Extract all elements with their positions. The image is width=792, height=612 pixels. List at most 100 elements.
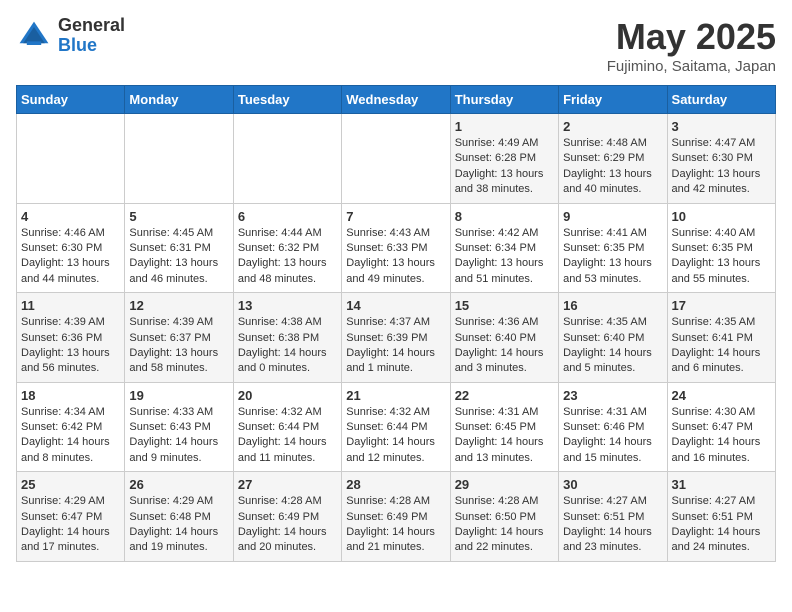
calendar-cell: 18Sunrise: 4:34 AM Sunset: 6:42 PM Dayli… xyxy=(17,382,125,472)
calendar-cell: 14Sunrise: 4:37 AM Sunset: 6:39 PM Dayli… xyxy=(342,293,450,383)
day-info: Sunrise: 4:41 AM Sunset: 6:35 PM Dayligh… xyxy=(563,226,662,288)
day-info: Sunrise: 4:29 AM Sunset: 6:47 PM Dayligh… xyxy=(21,494,120,556)
calendar-cell: 25 Sunrise: 4:29 AM Sunset: 6:47 PM Dayli… xyxy=(17,472,125,562)
day-info: Sunrise: 4:43 AM Sunset: 6:33 PM Dayligh… xyxy=(346,226,445,288)
day-info: Sunrise: 4:36 AM Sunset: 6:40 PM Dayligh… xyxy=(455,315,554,377)
day-number: 24 xyxy=(672,388,771,403)
calendar-cell: 5 Sunrise: 4:45 AM Sunset: 6:31 PM Daylig… xyxy=(125,203,233,293)
header-cell-sunday: Sunday xyxy=(17,86,125,114)
calendar-cell: 21 Sunrise: 4:32 AM Sunset: 6:44 PM Dayli… xyxy=(342,382,450,472)
calendar-week-1: 1 Sunrise: 4:49 AM Sunset: 6:28 PM Daylig… xyxy=(17,114,776,204)
calendar-week-2: 4Sunrise: 4:46 AM Sunset: 6:30 PM Daylig… xyxy=(17,203,776,293)
header-row: SundayMondayTuesdayWednesdayThursdayFrid… xyxy=(17,86,776,114)
day-number: 1 xyxy=(455,119,554,134)
logo: General Blue xyxy=(16,16,125,56)
day-info: Sunrise: 4:31 AM Sunset: 6:46 PM Dayligh… xyxy=(563,405,662,467)
day-info: Sunrise: 4:32 AM Sunset: 6:44 PM Dayligh… xyxy=(346,405,445,467)
day-number: 27 xyxy=(238,477,337,492)
calendar-cell: 11Sunrise: 4:39 AM Sunset: 6:36 PM Dayli… xyxy=(17,293,125,383)
calendar-cell xyxy=(342,114,450,204)
day-info: Sunrise: 4:48 AM Sunset: 6:29 PM Dayligh… xyxy=(563,136,662,198)
calendar-cell: 10 Sunrise: 4:40 AM Sunset: 6:35 PM Dayli… xyxy=(667,203,775,293)
day-info: Sunrise: 4:29 AM Sunset: 6:48 PM Dayligh… xyxy=(129,494,228,556)
header-cell-saturday: Saturday xyxy=(667,86,775,114)
header-cell-friday: Friday xyxy=(559,86,667,114)
header-cell-tuesday: Tuesday xyxy=(233,86,341,114)
calendar-table: SundayMondayTuesdayWednesdayThursdayFrid… xyxy=(16,85,776,562)
day-info: Sunrise: 4:28 AM Sunset: 6:49 PM Dayligh… xyxy=(238,494,337,556)
day-number: 31 xyxy=(672,477,771,492)
day-number: 17 xyxy=(672,298,771,313)
day-info: Sunrise: 4:33 AM Sunset: 6:43 PM Dayligh… xyxy=(129,405,228,467)
calendar-cell: 16 Sunrise: 4:35 AM Sunset: 6:40 PM Dayli… xyxy=(559,293,667,383)
day-info: Sunrise: 4:31 AM Sunset: 6:45 PM Dayligh… xyxy=(455,405,554,467)
day-info: Sunrise: 4:49 AM Sunset: 6:28 PM Dayligh… xyxy=(455,136,554,198)
day-info: Sunrise: 4:42 AM Sunset: 6:34 PM Dayligh… xyxy=(455,226,554,288)
day-info: Sunrise: 4:27 AM Sunset: 6:51 PM Dayligh… xyxy=(672,494,771,556)
title-area: May 2025 Fujimino, Saitama, Japan xyxy=(607,16,776,75)
calendar-cell: 3Sunrise: 4:47 AM Sunset: 6:30 PM Daylig… xyxy=(667,114,775,204)
calendar-week-3: 11Sunrise: 4:39 AM Sunset: 6:36 PM Dayli… xyxy=(17,293,776,383)
day-number: 13 xyxy=(238,298,337,313)
header-cell-wednesday: Wednesday xyxy=(342,86,450,114)
day-number: 23 xyxy=(563,388,662,403)
day-number: 7 xyxy=(346,209,445,224)
day-number: 16 xyxy=(563,298,662,313)
calendar-cell: 9Sunrise: 4:41 AM Sunset: 6:35 PM Daylig… xyxy=(559,203,667,293)
logo-general-text: General xyxy=(58,16,125,36)
day-info: Sunrise: 4:44 AM Sunset: 6:32 PM Dayligh… xyxy=(238,226,337,288)
calendar-week-5: 25 Sunrise: 4:29 AM Sunset: 6:47 PM Dayli… xyxy=(17,472,776,562)
day-number: 14 xyxy=(346,298,445,313)
day-number: 28 xyxy=(346,477,445,492)
calendar-cell: 20 Sunrise: 4:32 AM Sunset: 6:44 PM Dayli… xyxy=(233,382,341,472)
calendar-cell: 4Sunrise: 4:46 AM Sunset: 6:30 PM Daylig… xyxy=(17,203,125,293)
day-info: Sunrise: 4:28 AM Sunset: 6:49 PM Dayligh… xyxy=(346,494,445,556)
day-number: 2 xyxy=(563,119,662,134)
day-info: Sunrise: 4:34 AM Sunset: 6:42 PM Dayligh… xyxy=(21,405,120,467)
logo-text: General Blue xyxy=(58,16,125,56)
day-number: 22 xyxy=(455,388,554,403)
calendar-body: 1 Sunrise: 4:49 AM Sunset: 6:28 PM Daylig… xyxy=(17,114,776,562)
day-info: Sunrise: 4:32 AM Sunset: 6:44 PM Dayligh… xyxy=(238,405,337,467)
calendar-cell: 17Sunrise: 4:35 AM Sunset: 6:41 PM Dayli… xyxy=(667,293,775,383)
calendar-cell: 2 Sunrise: 4:48 AM Sunset: 6:29 PM Daylig… xyxy=(559,114,667,204)
logo-icon xyxy=(16,18,52,54)
day-number: 5 xyxy=(129,209,228,224)
day-info: Sunrise: 4:30 AM Sunset: 6:47 PM Dayligh… xyxy=(672,405,771,467)
day-info: Sunrise: 4:35 AM Sunset: 6:40 PM Dayligh… xyxy=(563,315,662,377)
day-number: 20 xyxy=(238,388,337,403)
day-number: 19 xyxy=(129,388,228,403)
month-year-title: May 2025 xyxy=(607,16,776,58)
day-number: 4 xyxy=(21,209,120,224)
day-info: Sunrise: 4:47 AM Sunset: 6:30 PM Dayligh… xyxy=(672,136,771,198)
calendar-cell: 23 Sunrise: 4:31 AM Sunset: 6:46 PM Dayli… xyxy=(559,382,667,472)
calendar-cell: 30 Sunrise: 4:27 AM Sunset: 6:51 PM Dayli… xyxy=(559,472,667,562)
calendar-cell xyxy=(233,114,341,204)
calendar-week-4: 18Sunrise: 4:34 AM Sunset: 6:42 PM Dayli… xyxy=(17,382,776,472)
calendar-cell: 27 Sunrise: 4:28 AM Sunset: 6:49 PM Dayli… xyxy=(233,472,341,562)
location-subtitle: Fujimino, Saitama, Japan xyxy=(607,58,776,75)
calendar-cell: 31 Sunrise: 4:27 AM Sunset: 6:51 PM Dayli… xyxy=(667,472,775,562)
calendar-header: SundayMondayTuesdayWednesdayThursdayFrid… xyxy=(17,86,776,114)
calendar-cell: 19 Sunrise: 4:33 AM Sunset: 6:43 PM Dayli… xyxy=(125,382,233,472)
day-number: 21 xyxy=(346,388,445,403)
calendar-cell: 26 Sunrise: 4:29 AM Sunset: 6:48 PM Dayli… xyxy=(125,472,233,562)
calendar-cell: 24 Sunrise: 4:30 AM Sunset: 6:47 PM Dayli… xyxy=(667,382,775,472)
day-number: 30 xyxy=(563,477,662,492)
day-number: 12 xyxy=(129,298,228,313)
day-info: Sunrise: 4:40 AM Sunset: 6:35 PM Dayligh… xyxy=(672,226,771,288)
calendar-cell: 15Sunrise: 4:36 AM Sunset: 6:40 PM Dayli… xyxy=(450,293,558,383)
day-number: 26 xyxy=(129,477,228,492)
day-info: Sunrise: 4:28 AM Sunset: 6:50 PM Dayligh… xyxy=(455,494,554,556)
calendar-cell: 22 Sunrise: 4:31 AM Sunset: 6:45 PM Dayli… xyxy=(450,382,558,472)
header: General Blue May 2025 Fujimino, Saitama,… xyxy=(16,16,776,75)
calendar-cell: 12Sunrise: 4:39 AM Sunset: 6:37 PM Dayli… xyxy=(125,293,233,383)
day-number: 10 xyxy=(672,209,771,224)
day-info: Sunrise: 4:27 AM Sunset: 6:51 PM Dayligh… xyxy=(563,494,662,556)
calendar-cell: 8Sunrise: 4:42 AM Sunset: 6:34 PM Daylig… xyxy=(450,203,558,293)
day-number: 25 xyxy=(21,477,120,492)
day-info: Sunrise: 4:45 AM Sunset: 6:31 PM Dayligh… xyxy=(129,226,228,288)
calendar-cell: 1 Sunrise: 4:49 AM Sunset: 6:28 PM Daylig… xyxy=(450,114,558,204)
day-info: Sunrise: 4:39 AM Sunset: 6:36 PM Dayligh… xyxy=(21,315,120,377)
day-number: 6 xyxy=(238,209,337,224)
